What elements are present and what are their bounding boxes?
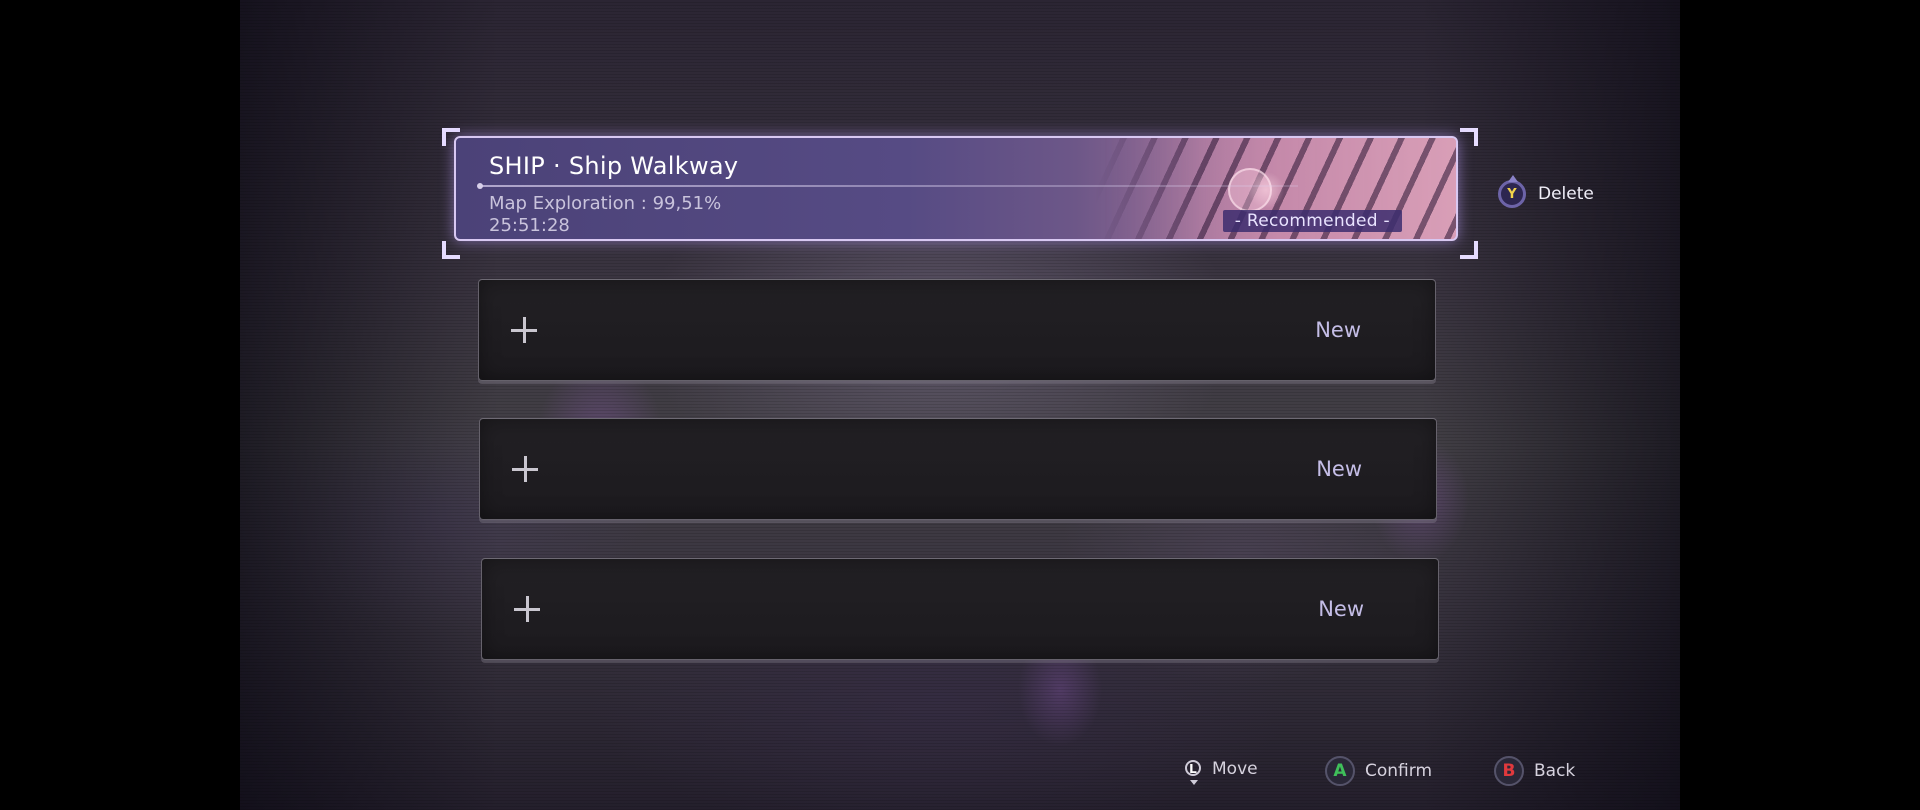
back-hint[interactable]: B Back <box>1494 756 1575 786</box>
move-label: Move <box>1212 759 1258 779</box>
confirm-label: Confirm <box>1365 761 1433 781</box>
emblem-icon <box>1228 168 1272 212</box>
recommended-badge: - Recommended - <box>1222 210 1402 232</box>
back-label: Back <box>1534 761 1576 781</box>
selection-corner-top-right <box>1460 128 1478 146</box>
a-button-icon: A <box>1325 756 1355 786</box>
slot-divider <box>477 183 1298 189</box>
selection-corner-bottom-right <box>1460 241 1478 259</box>
slot-play-time: 25:51:28 <box>489 215 570 236</box>
save-slot-4[interactable]: New <box>481 558 1439 660</box>
new-slot-label: New <box>1316 457 1362 481</box>
plus-icon <box>511 317 537 343</box>
save-select-screen <box>240 0 1680 810</box>
left-stick-icon: L <box>1184 756 1202 785</box>
slot-map-exploration: Map Exploration : 99,51% <box>489 193 722 214</box>
selection-corner-bottom-left <box>442 241 460 259</box>
scanline-overlay <box>240 0 1680 810</box>
y-button-icon: Y <box>1498 175 1526 208</box>
save-slot-2[interactable]: New <box>478 279 1436 381</box>
delete-hint[interactable]: Y Delete <box>1498 175 1594 208</box>
move-hint[interactable]: L Move <box>1184 756 1258 785</box>
plus-icon <box>512 456 538 482</box>
save-slot-3[interactable]: New <box>479 418 1437 520</box>
slot-location-title: SHIP · Ship Walkway <box>489 152 739 180</box>
b-button-icon: B <box>1494 756 1524 786</box>
confirm-hint[interactable]: A Confirm <box>1325 756 1432 786</box>
new-slot-label: New <box>1315 318 1361 342</box>
plus-icon <box>514 596 540 622</box>
save-slot-1[interactable]: SHIP · Ship Walkway Map Exploration : 99… <box>454 136 1458 241</box>
delete-label: Delete <box>1538 184 1594 204</box>
new-slot-label: New <box>1318 597 1364 621</box>
